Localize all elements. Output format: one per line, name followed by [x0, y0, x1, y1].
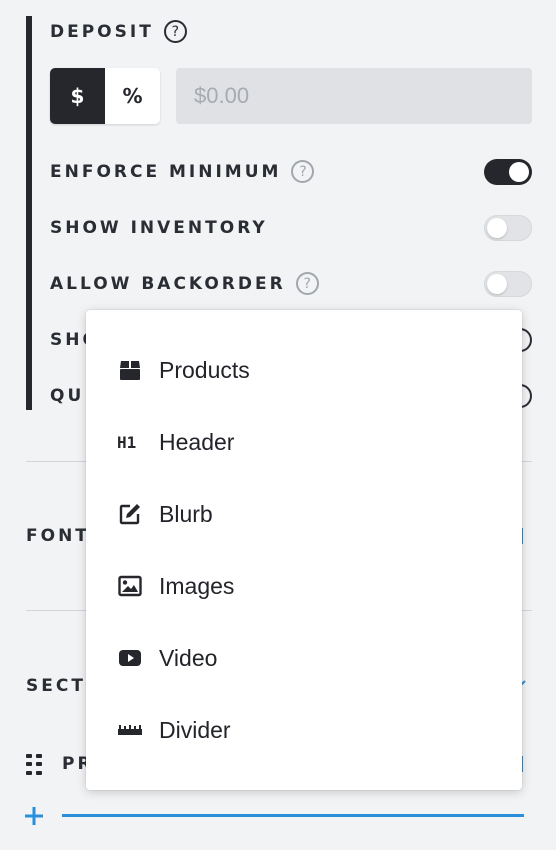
- deposit-header: DEPOSIT ?: [50, 20, 187, 43]
- menu-item-label: Images: [159, 572, 235, 599]
- box-icon: [117, 357, 143, 383]
- menu-item-divider[interactable]: Divider: [86, 694, 522, 766]
- deposit-label: DEPOSIT: [50, 21, 154, 42]
- enforce-minimum-help-icon[interactable]: ?: [291, 160, 315, 183]
- menu-item-label: Header: [159, 428, 235, 455]
- add-section-menu: Products H1 Header Blurb Images Video Di…: [86, 310, 522, 790]
- enforce-minimum-toggle[interactable]: [484, 159, 532, 185]
- drag-dot: [36, 770, 42, 775]
- menu-item-label: Divider: [159, 716, 231, 743]
- show-inventory-label: SHOW INVENTORY: [50, 218, 268, 238]
- toggle-knob: [487, 274, 507, 294]
- enforce-minimum-row: ENFORCE MINIMUM ?: [50, 160, 315, 183]
- image-icon: [117, 573, 143, 599]
- deposit-help-icon[interactable]: ?: [163, 20, 187, 43]
- partial-row-5: QU: [50, 386, 84, 406]
- deposit-type-dollar-button[interactable]: $: [50, 68, 105, 124]
- allow-backorder-toggle[interactable]: [484, 271, 532, 297]
- drag-handle-icon[interactable]: [26, 754, 42, 776]
- menu-item-products[interactable]: Products: [86, 334, 522, 406]
- partial-row-5-label: QU: [50, 386, 85, 406]
- edit-icon: [117, 501, 143, 527]
- menu-item-blurb[interactable]: Blurb: [86, 478, 522, 550]
- toggle-knob: [487, 218, 507, 238]
- plus-icon[interactable]: [24, 806, 44, 826]
- menu-item-label: Products: [159, 356, 250, 383]
- font-row: FONT: [26, 526, 90, 546]
- ruler-icon: [117, 717, 143, 743]
- font-label: FONT: [26, 526, 90, 546]
- heading-h1-icon: H1: [117, 429, 143, 455]
- allow-backorder-row: ALLOW BACKORDER ?: [50, 272, 319, 295]
- menu-item-header[interactable]: H1 Header: [86, 406, 522, 478]
- drag-dot: [36, 762, 42, 767]
- drag-dot: [26, 770, 32, 775]
- show-inventory-toggle[interactable]: [484, 215, 532, 241]
- settings-group-bar: [26, 16, 32, 410]
- deposit-type-percent-button[interactable]: %: [105, 68, 160, 124]
- drag-dot: [36, 754, 42, 758]
- add-section-line[interactable]: [62, 814, 524, 817]
- drag-dot: [26, 754, 32, 758]
- drag-dot: [26, 762, 32, 767]
- menu-item-label: Blurb: [159, 500, 213, 527]
- allow-backorder-help-icon[interactable]: ?: [295, 272, 319, 295]
- youtube-play-icon: [117, 645, 143, 671]
- section-row: SECT: [26, 676, 86, 696]
- toggle-knob: [509, 162, 529, 182]
- menu-item-images[interactable]: Images: [86, 550, 522, 622]
- deposit-amount-input[interactable]: [176, 68, 532, 124]
- menu-item-label: Video: [159, 644, 218, 671]
- section-label: SECT: [26, 676, 86, 696]
- show-inventory-row: SHOW INVENTORY: [50, 218, 268, 238]
- menu-item-video[interactable]: Video: [86, 622, 522, 694]
- enforce-minimum-label: ENFORCE MINIMUM: [50, 161, 282, 182]
- deposit-type-toggle: $ %: [50, 68, 160, 124]
- allow-backorder-label: ALLOW BACKORDER: [50, 273, 286, 294]
- svg-text:H1: H1: [117, 433, 136, 451]
